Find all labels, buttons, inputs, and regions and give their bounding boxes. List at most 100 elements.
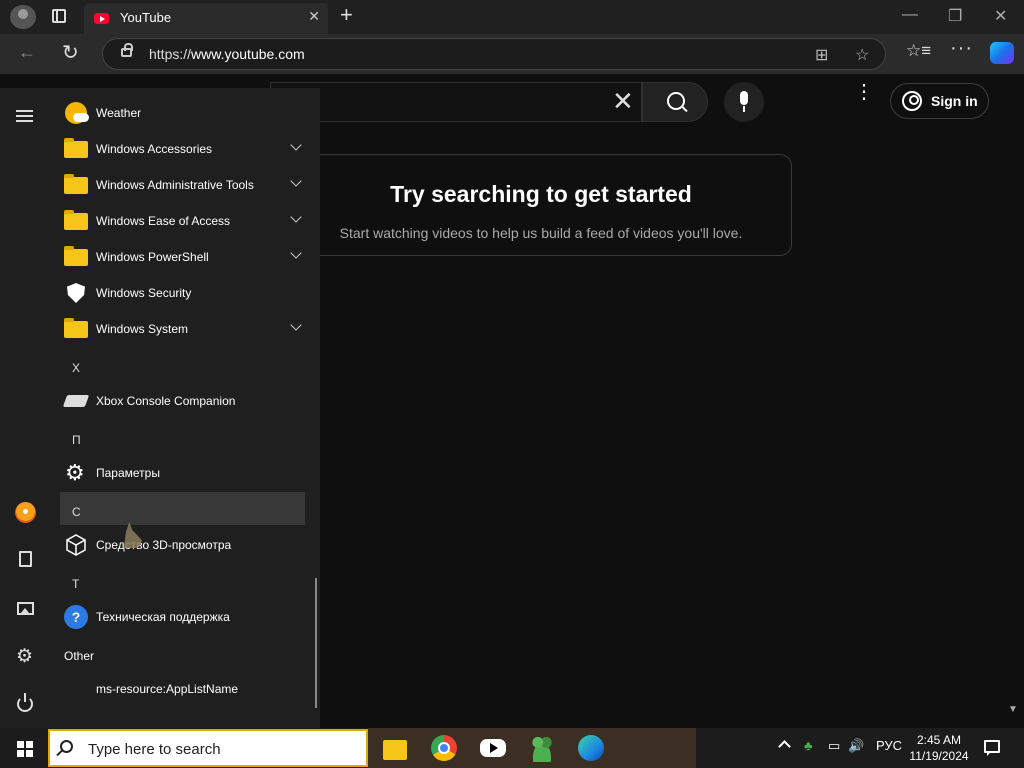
app-available-icon[interactable]: ⊞ [815, 45, 828, 65]
app-applistname[interactable]: ms-resource:AppListName [60, 672, 306, 706]
cube-icon [66, 534, 86, 556]
start-menu-rail: ⚙ [0, 88, 50, 728]
clear-search-icon[interactable]: ✕ [612, 86, 634, 117]
youtube-app-icon[interactable] [480, 739, 506, 757]
favorites-icon[interactable]: ☆≡ [906, 41, 931, 61]
app-windows-security[interactable]: Windows Security [60, 276, 306, 310]
help-icon: ? [64, 605, 88, 629]
app-label: ms-resource:AppListName [96, 682, 239, 696]
start-menu-scrollbar[interactable] [315, 578, 317, 708]
scroll-down-arrow-icon[interactable]: ▼ [1008, 704, 1018, 715]
empty-feed-card: Try searching to get started Start watch… [290, 154, 792, 256]
minimize-button[interactable]: — [902, 6, 918, 24]
clock-time: 2:45 AM [916, 733, 962, 747]
documents-icon[interactable] [19, 551, 32, 567]
empty-feed-subtitle: Start watching videos to help us build a… [339, 225, 743, 241]
other-header[interactable]: Other [64, 649, 94, 663]
app-windows-powershell[interactable]: Windows PowerShell [60, 240, 306, 274]
account-icon [902, 91, 922, 111]
app-windows-administrative-tools[interactable]: Windows Administrative Tools [60, 168, 306, 202]
letter-header-t[interactable]: Т [72, 577, 79, 591]
taskbar-apps [368, 728, 696, 768]
address-bar[interactable]: https://www.youtube.com ⊞ ☆ [102, 38, 886, 70]
app-tech-support[interactable]: ? Техническая поддержка [60, 600, 306, 634]
tab-youtube[interactable]: YouTube ✕ [84, 3, 328, 34]
restore-button[interactable]: ❐ [948, 6, 962, 26]
show-hidden-icons-icon[interactable] [778, 740, 791, 753]
chevron-down-icon [290, 211, 302, 223]
pictures-icon[interactable] [17, 602, 34, 615]
gear-icon: ⚙ [65, 460, 85, 485]
app-label: Параметры [96, 466, 160, 480]
people-tray-icon[interactable]: ♣ [804, 738, 813, 753]
youtube-favicon-icon [94, 13, 109, 24]
app-label: Xbox Console Companion [96, 394, 236, 408]
app-windows-ease-of-access[interactable]: Windows Ease of Access [60, 204, 306, 238]
browser-tab-bar: YouTube ✕ + — ❐ ✕ [0, 0, 1024, 34]
app-xbox-console-companion[interactable]: Xbox Console Companion [60, 384, 306, 418]
youtube-search-input[interactable] [270, 82, 642, 122]
tab-close-icon[interactable]: ✕ [308, 8, 320, 25]
chrome-icon[interactable] [431, 735, 457, 761]
back-button[interactable]: ← [18, 42, 36, 63]
folder-icon [64, 246, 88, 266]
taskbar: Type here to search ♣ ▭ 🔊 РУС 2:45 AM 11… [0, 728, 1024, 768]
reload-button[interactable]: ↻ [62, 40, 79, 65]
sign-in-button[interactable]: Sign in [890, 83, 989, 119]
tab-actions-icon[interactable] [52, 9, 66, 23]
notification-icon[interactable] [984, 740, 1000, 756]
clock-date: 11/19/2024 [909, 749, 969, 763]
new-tab-button[interactable]: + [340, 4, 353, 26]
folder-icon [64, 174, 88, 194]
language-indicator[interactable]: РУС [876, 738, 902, 753]
taskbar-search-placeholder: Type here to search [88, 741, 221, 758]
close-window-button[interactable]: ✕ [994, 6, 1007, 26]
people-app-icon[interactable] [528, 734, 556, 762]
tab-title: YouTube [120, 10, 172, 25]
start-menu: ⚙ Weather Windows Accessories Windows Ad… [0, 88, 320, 728]
favorite-star-icon[interactable]: ☆ [855, 45, 869, 65]
volume-icon[interactable]: 🔊 [848, 738, 864, 754]
power-icon[interactable] [17, 693, 33, 712]
letter-header-x[interactable]: X [72, 361, 80, 375]
folder-icon [64, 138, 88, 158]
lock-icon[interactable] [121, 43, 133, 57]
hamburger-menu-icon[interactable] [16, 110, 33, 112]
letter-header-c[interactable]: С [72, 505, 81, 519]
app-label: Средство 3D-просмотра [96, 538, 232, 552]
app-3d-viewer[interactable]: Средство 3D-просмотра [60, 528, 306, 562]
profile-avatar-icon[interactable] [10, 5, 36, 29]
app-parametry[interactable]: ⚙ Параметры [60, 456, 306, 490]
edge-icon[interactable] [578, 735, 604, 761]
chevron-down-icon [290, 247, 302, 259]
app-windows-system[interactable]: Windows System [60, 312, 306, 346]
search-icon[interactable] [642, 82, 708, 122]
chevron-down-icon [290, 319, 302, 331]
chevron-down-icon [290, 175, 302, 187]
app-label: Weather [96, 106, 142, 120]
empty-feed-title: Try searching to get started [390, 181, 692, 207]
taskbar-search-input[interactable]: Type here to search [48, 729, 368, 767]
app-list: Weather Windows Accessories Windows Admi… [60, 88, 320, 728]
settings-gear-icon[interactable]: ⚙ [16, 645, 33, 668]
app-label: Windows Accessories [96, 142, 213, 156]
windows-start-icon[interactable] [17, 741, 33, 757]
copilot-icon[interactable] [990, 42, 1014, 64]
url-prefix: https:// [149, 46, 192, 62]
letter-header-p[interactable]: П [72, 433, 81, 447]
xbox-icon [62, 395, 90, 407]
browser-toolbar: ← ↻ https://www.youtube.com ⊞ ☆ ☆≡ ··· [0, 34, 1024, 74]
more-vert-icon[interactable]: ⋮ [854, 82, 874, 102]
microphone-icon[interactable] [724, 82, 764, 122]
app-label: Windows System [96, 322, 189, 336]
app-label: Windows Ease of Access [96, 214, 231, 228]
app-weather[interactable]: Weather [60, 96, 306, 130]
network-icon[interactable]: ▭ [828, 738, 840, 754]
user-avatar[interactable] [15, 502, 36, 523]
app-label: Windows Administrative Tools [96, 178, 254, 192]
taskbar-clock[interactable]: 2:45 AM 11/19/2024 [906, 732, 972, 764]
file-explorer-icon[interactable] [383, 740, 407, 760]
folder-icon [64, 318, 88, 338]
more-options-icon[interactable]: ··· [950, 37, 973, 60]
app-windows-accessories[interactable]: Windows Accessories [60, 132, 306, 166]
